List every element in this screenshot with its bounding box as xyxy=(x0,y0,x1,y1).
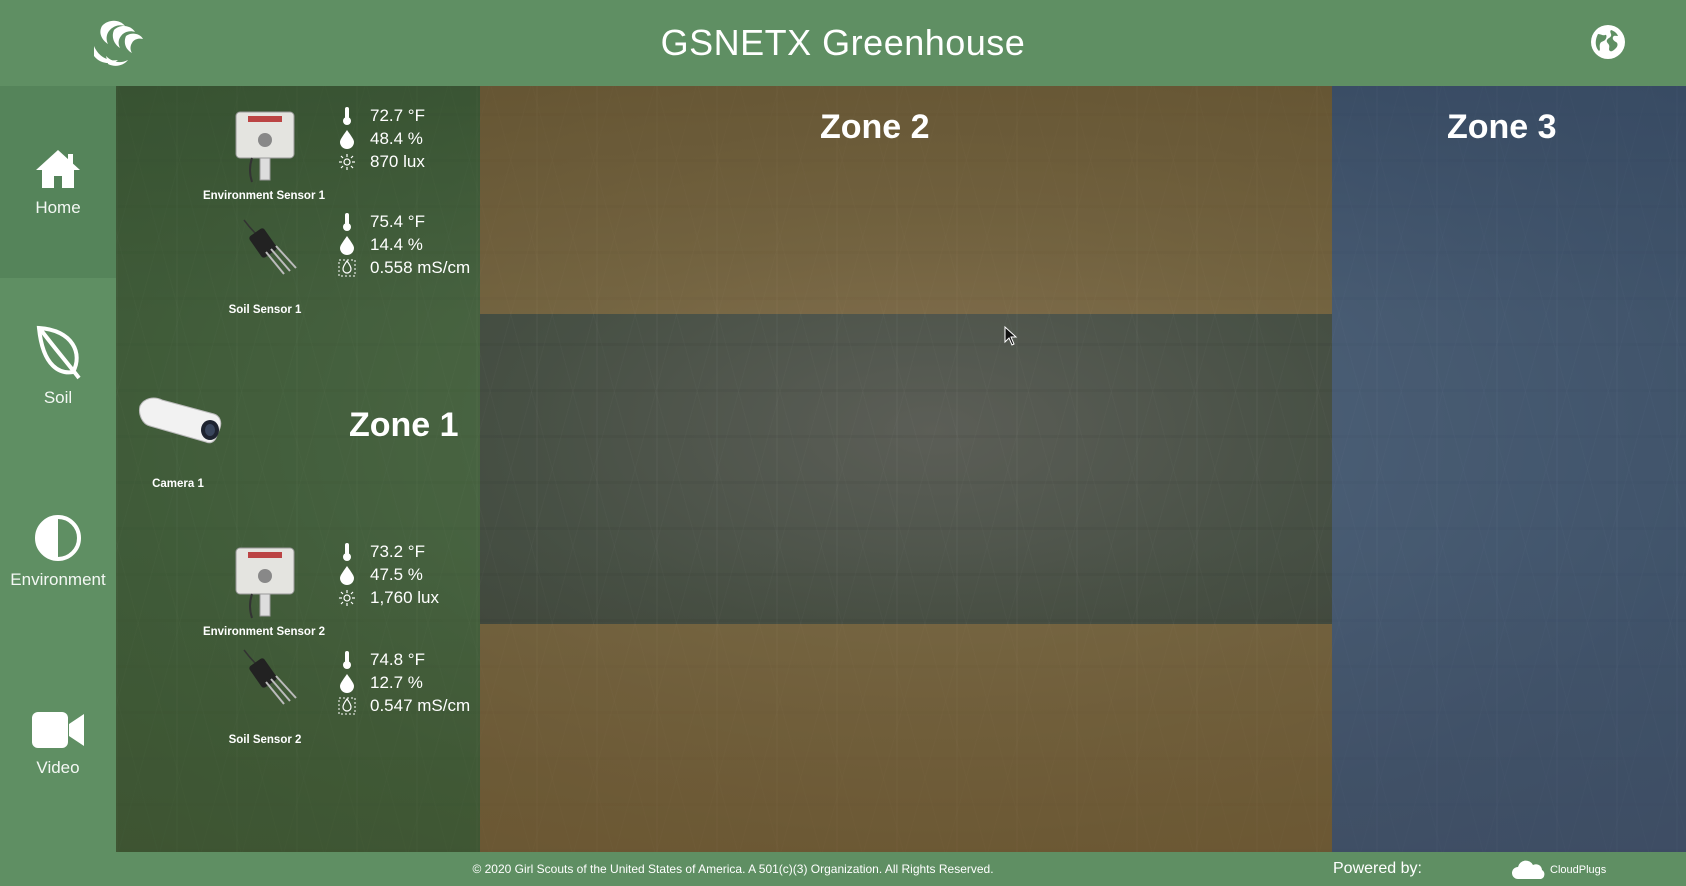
cloud-icon xyxy=(1512,860,1545,879)
conductivity-icon xyxy=(338,259,356,276)
humidity-value: 47.5 % xyxy=(370,565,423,584)
light-value: 870 lux xyxy=(370,152,425,171)
water-drop-icon xyxy=(340,565,354,585)
zone-2-title: Zone 2 xyxy=(820,108,930,146)
temperature-value: 75.4 °F xyxy=(370,212,425,231)
sidebar-item-soil[interactable]: Soil xyxy=(0,278,116,470)
light-value: 1,760 lux xyxy=(370,588,439,607)
environment-sensor-2[interactable] xyxy=(234,546,296,620)
sidebar-item-label: Environment xyxy=(10,570,106,589)
zone-2-bottom-area[interactable] xyxy=(480,624,1332,852)
zone-3-area[interactable] xyxy=(1332,86,1686,852)
sidebar-item-label: Soil xyxy=(43,388,73,407)
thermometer-icon xyxy=(343,212,351,231)
soil-sensor-2-readings: 74.8 °F 12.7 % 0.547 mS/cm xyxy=(336,648,470,717)
app-window: GSNETX Greenhouse Home Soil Environment … xyxy=(0,0,1686,886)
humidity-value: 48.4 % xyxy=(370,129,423,148)
soil-sensor-icon xyxy=(243,649,297,705)
sun-icon xyxy=(339,589,355,606)
soil-sensor-icon xyxy=(243,219,297,275)
zone-1-title: Zone 1 xyxy=(349,406,459,444)
sidebar-item-home[interactable]: Home xyxy=(0,86,116,278)
page-title: GSNETX Greenhouse xyxy=(660,22,1026,63)
water-drop-icon xyxy=(340,235,354,255)
temperature-value: 72.7 °F xyxy=(370,106,425,125)
temperature-value: 74.8 °F xyxy=(370,650,425,669)
home-icon xyxy=(36,150,80,188)
globe-icon[interactable] xyxy=(1590,24,1626,60)
greenhouse-map: Zone 1 Zone 2 Zone 3 Environment Sensor … xyxy=(116,86,1686,852)
soil-sensor-2-label: Soil Sensor 2 xyxy=(228,734,302,746)
sun-icon xyxy=(339,153,355,170)
footer-bar: © 2020 Girl Scouts of the United States … xyxy=(0,852,1686,886)
sidebar-item-label: Video xyxy=(36,758,80,777)
sidebar-item-environment[interactable]: Environment xyxy=(0,470,116,662)
environment-sensor-icon xyxy=(235,547,295,619)
moisture-value: 14.4 % xyxy=(370,235,423,254)
environment-sensor-1-label: Environment Sensor 1 xyxy=(202,190,326,202)
thermometer-icon xyxy=(343,106,351,125)
soil-sensor-1-label: Soil Sensor 1 xyxy=(228,304,302,316)
soil-sensor-2[interactable] xyxy=(240,648,300,708)
soil-sensor-1-readings: 75.4 °F 14.4 % 0.558 mS/cm xyxy=(336,210,470,279)
leaf-icon xyxy=(36,325,81,380)
cloudplugs-brand-text: CloudPlugs xyxy=(1550,864,1607,876)
zone-3-title: Zone 3 xyxy=(1447,108,1557,146)
soil-sensor-1[interactable] xyxy=(240,218,300,278)
thermometer-icon xyxy=(343,650,351,669)
camera-1-label: Camera 1 xyxy=(152,478,204,490)
environment-sensor-icon xyxy=(235,111,295,183)
security-camera-icon xyxy=(139,397,222,444)
environment-sensor-2-label: Environment Sensor 2 xyxy=(202,626,326,638)
sidebar-item-label: Home xyxy=(35,198,81,217)
camera-1[interactable] xyxy=(136,396,222,448)
conductivity-value: 0.558 mS/cm xyxy=(370,258,471,277)
zone-2-middle-area xyxy=(480,314,1332,624)
temperature-value: 73.2 °F xyxy=(370,542,425,561)
moisture-value: 12.7 % xyxy=(370,673,423,692)
header-bar: GSNETX Greenhouse xyxy=(0,0,1686,86)
environment-sensor-1[interactable] xyxy=(234,110,296,184)
conductivity-value: 0.547 mS/cm xyxy=(370,696,471,715)
water-drop-icon xyxy=(340,129,354,149)
water-drop-icon xyxy=(340,673,354,693)
cloudplugs-logo[interactable]: CloudPlugs xyxy=(1510,860,1606,880)
conductivity-icon xyxy=(338,697,356,714)
half-circle-icon xyxy=(35,515,81,561)
environment-sensor-2-readings: 73.2 °F 47.5 % 1,760 lux xyxy=(336,540,439,609)
powered-by-label: Powered by: xyxy=(1333,860,1422,877)
sidebar-item-video[interactable]: Video xyxy=(0,662,116,854)
video-camera-icon xyxy=(32,712,84,748)
sidebar: Home Soil Environment Video xyxy=(0,86,116,852)
mouse-cursor-icon xyxy=(1004,326,1018,346)
thermometer-icon xyxy=(343,542,351,561)
environment-sensor-1-readings: 72.7 °F 48.4 % 870 lux xyxy=(336,104,425,173)
copyright-text: © 2020 Girl Scouts of the United States … xyxy=(472,862,994,876)
